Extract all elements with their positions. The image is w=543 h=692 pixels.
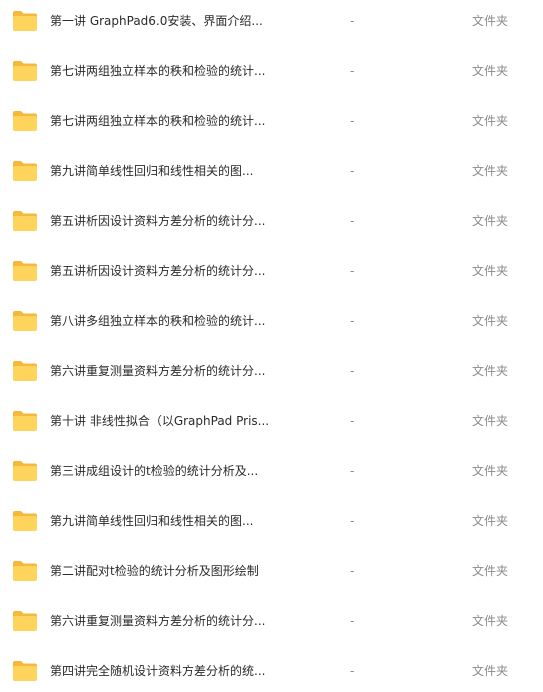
list-item[interactable]: 第四讲完全随机设计资料方差分析的统... - 文件夹 bbox=[0, 652, 543, 692]
list-item[interactable]: 第九讲简单线性回归和线性相关的图... - 文件夹 bbox=[0, 152, 543, 192]
file-size: - bbox=[350, 364, 355, 378]
file-size: - bbox=[350, 464, 355, 478]
list-item[interactable]: 第七讲两组独立样本的秩和检验的统计... - 文件夹 bbox=[0, 102, 543, 142]
file-name[interactable]: 第五讲析因设计资料方差分析的统计分... bbox=[50, 213, 310, 229]
file-type: 文件夹 bbox=[472, 414, 509, 428]
list-item[interactable]: 第六讲重复测量资料方差分析的统计分... - 文件夹 bbox=[0, 602, 543, 642]
list-item[interactable]: 第六讲重复测量资料方差分析的统计分... - 文件夹 bbox=[0, 352, 543, 392]
list-item[interactable]: 第三讲成组设计的t检验的统计分析及... - 文件夹 bbox=[0, 452, 543, 492]
file-name[interactable]: 第六讲重复测量资料方差分析的统计分... bbox=[50, 363, 310, 379]
file-size: - bbox=[350, 264, 355, 278]
file-name[interactable]: 第二讲配对t检验的统计分析及图形绘制 bbox=[50, 563, 310, 579]
file-type: 文件夹 bbox=[472, 364, 509, 378]
file-size: - bbox=[350, 314, 355, 328]
file-size: - bbox=[350, 614, 355, 628]
file-size: - bbox=[350, 14, 355, 28]
file-name[interactable]: 第七讲两组独立样本的秩和检验的统计... bbox=[50, 63, 310, 79]
file-type: 文件夹 bbox=[472, 164, 509, 178]
file-name[interactable]: 第七讲两组独立样本的秩和检验的统计... bbox=[50, 113, 310, 129]
folder-icon bbox=[12, 410, 38, 432]
file-type: 文件夹 bbox=[472, 264, 509, 278]
list-item[interactable]: 第九讲简单线性回归和线性相关的图... - 文件夹 bbox=[0, 502, 543, 542]
file-size: - bbox=[350, 514, 355, 528]
file-type: 文件夹 bbox=[472, 114, 509, 128]
folder-icon bbox=[12, 60, 38, 82]
file-name[interactable]: 第一讲 GraphPad6.0安装、界面介绍... bbox=[50, 13, 310, 29]
file-name[interactable]: 第十讲 非线性拟合（以GraphPad Pris... bbox=[50, 413, 310, 429]
folder-icon bbox=[12, 560, 38, 582]
list-item[interactable]: 第二讲配对t检验的统计分析及图形绘制 - 文件夹 bbox=[0, 552, 543, 592]
folder-icon bbox=[12, 260, 38, 282]
list-item[interactable]: 第一讲 GraphPad6.0安装、界面介绍... - 文件夹 bbox=[0, 2, 543, 42]
file-type: 文件夹 bbox=[472, 564, 509, 578]
file-size: - bbox=[350, 64, 355, 78]
file-size: - bbox=[350, 664, 355, 678]
file-name[interactable]: 第九讲简单线性回归和线性相关的图... bbox=[50, 513, 310, 529]
folder-icon bbox=[12, 110, 38, 132]
list-item[interactable]: 第五讲析因设计资料方差分析的统计分... - 文件夹 bbox=[0, 252, 543, 292]
folder-icon bbox=[12, 310, 38, 332]
file-name[interactable]: 第三讲成组设计的t检验的统计分析及... bbox=[50, 463, 310, 479]
file-type: 文件夹 bbox=[472, 614, 509, 628]
file-size: - bbox=[350, 164, 355, 178]
list-item[interactable]: 第七讲两组独立样本的秩和检验的统计... - 文件夹 bbox=[0, 52, 543, 92]
file-name[interactable]: 第九讲简单线性回归和线性相关的图... bbox=[50, 163, 310, 179]
folder-icon bbox=[12, 360, 38, 382]
file-type: 文件夹 bbox=[472, 64, 509, 78]
folder-icon bbox=[12, 510, 38, 532]
folder-icon bbox=[12, 210, 38, 232]
file-name[interactable]: 第六讲重复测量资料方差分析的统计分... bbox=[50, 613, 310, 629]
file-name[interactable]: 第八讲多组独立样本的秩和检验的统计... bbox=[50, 313, 310, 329]
file-size: - bbox=[350, 214, 355, 228]
file-type: 文件夹 bbox=[472, 664, 509, 678]
list-item[interactable]: 第八讲多组独立样本的秩和检验的统计... - 文件夹 bbox=[0, 302, 543, 342]
folder-icon bbox=[12, 10, 38, 32]
file-size: - bbox=[350, 114, 355, 128]
folder-icon bbox=[12, 160, 38, 182]
file-type: 文件夹 bbox=[472, 464, 509, 478]
file-size: - bbox=[350, 564, 355, 578]
file-list: 第一讲 GraphPad6.0安装、界面介绍... - 文件夹 第七讲两组独立样… bbox=[0, 0, 543, 686]
file-type: 文件夹 bbox=[472, 14, 509, 28]
folder-icon bbox=[12, 460, 38, 482]
folder-icon bbox=[12, 660, 38, 682]
folder-icon bbox=[12, 610, 38, 632]
file-name[interactable]: 第四讲完全随机设计资料方差分析的统... bbox=[50, 663, 310, 679]
file-name[interactable]: 第五讲析因设计资料方差分析的统计分... bbox=[50, 263, 310, 279]
list-item[interactable]: 第五讲析因设计资料方差分析的统计分... - 文件夹 bbox=[0, 202, 543, 242]
file-type: 文件夹 bbox=[472, 314, 509, 328]
file-size: - bbox=[350, 414, 355, 428]
file-type: 文件夹 bbox=[472, 514, 509, 528]
file-type: 文件夹 bbox=[472, 214, 509, 228]
list-item[interactable]: 第十讲 非线性拟合（以GraphPad Pris... - 文件夹 bbox=[0, 402, 543, 442]
